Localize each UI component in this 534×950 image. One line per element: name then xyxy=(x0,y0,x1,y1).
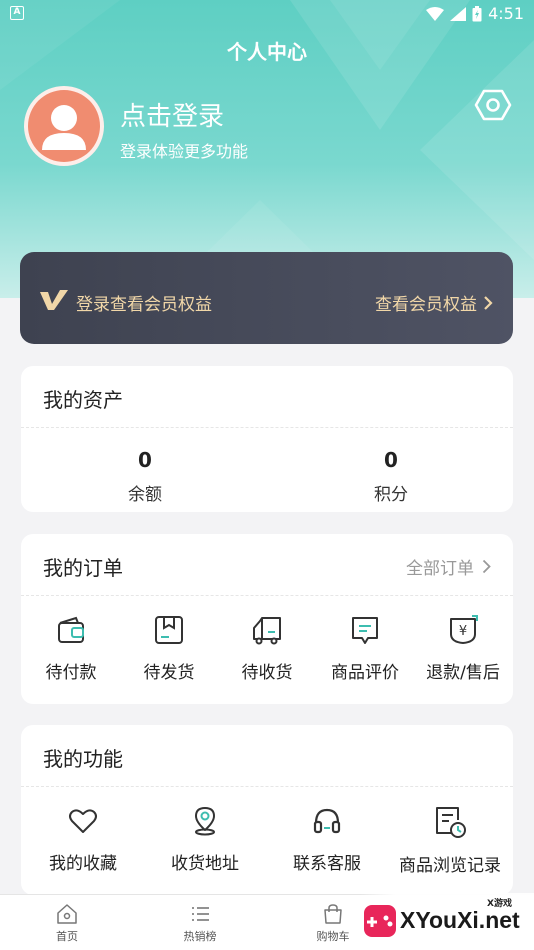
nav-hot-list-label: 热销榜 xyxy=(183,930,217,943)
functions-title: 我的功能 xyxy=(43,747,123,771)
functions-card: 我的功能 我的收藏 收货地址 联系客服 商品浏览记录 xyxy=(21,725,513,895)
function-customer-service[interactable]: 联系客服 xyxy=(269,805,385,874)
points-label: 积分 xyxy=(374,485,408,505)
vip-logo-icon xyxy=(40,290,68,310)
wifi-icon xyxy=(426,6,445,21)
order-pending-receipt-label: 待收货 xyxy=(241,663,293,683)
assets-header: 我的资产 xyxy=(21,366,513,428)
points-item[interactable]: 0 积分 xyxy=(311,448,471,505)
svg-text:¥: ¥ xyxy=(459,624,467,639)
order-pending-shipment[interactable]: 待发货 xyxy=(123,614,215,683)
list-icon xyxy=(192,907,209,921)
function-browse-history[interactable]: 商品浏览记录 xyxy=(391,805,509,876)
function-favorites-label: 我的收藏 xyxy=(49,854,117,874)
truck-icon xyxy=(253,617,281,645)
orders-header: 我的订单 全部订单 xyxy=(21,534,513,596)
battery-icon xyxy=(472,5,482,21)
status-time: 4:51 xyxy=(488,4,524,23)
status-bar: A 4:51 xyxy=(0,0,534,28)
chevron-right-icon xyxy=(484,295,493,310)
nav-hot-list[interactable]: 热销榜 xyxy=(155,903,245,944)
function-browse-history-label: 商品浏览记录 xyxy=(399,856,501,876)
member-link-label: 查看会员权益 xyxy=(375,295,477,315)
order-review[interactable]: 商品评价 xyxy=(319,614,411,683)
order-pending-payment-label: 待付款 xyxy=(45,663,97,683)
points-value: 0 xyxy=(384,448,398,472)
order-refund-label: 退款/售后 xyxy=(426,663,500,683)
history-icon xyxy=(436,807,466,838)
order-pending-receipt[interactable]: 待收货 xyxy=(221,614,313,683)
signal-icon xyxy=(450,6,467,21)
settings-button[interactable] xyxy=(474,86,512,124)
watermark-text: XYouXi.net xyxy=(400,907,520,933)
orders-card: 我的订单 全部订单 待付款 待发货 待收货 商品评价 ¥ 退款/售后 xyxy=(21,534,513,704)
wallet-icon xyxy=(58,616,84,643)
view-member-benefits-link[interactable]: 查看会员权益 xyxy=(375,290,493,315)
orders-title: 我的订单 xyxy=(43,556,123,580)
order-refund[interactable]: ¥ 退款/售后 xyxy=(417,614,509,683)
refund-icon: ¥ xyxy=(450,615,478,644)
chevron-right-icon xyxy=(482,559,491,574)
avatar[interactable] xyxy=(24,86,104,166)
all-orders-link[interactable]: 全部订单 xyxy=(406,554,491,579)
page-title: 个人中心 xyxy=(227,40,307,64)
headset-icon xyxy=(313,808,341,834)
cart-icon xyxy=(324,904,342,924)
settings-icon xyxy=(474,89,512,121)
heart-icon xyxy=(69,809,97,833)
balance-value: 0 xyxy=(138,448,152,472)
member-card[interactable]: 登录查看会员权益 查看会员权益 xyxy=(20,252,513,344)
nav-home-label: 首页 xyxy=(56,930,78,943)
order-pending-payment[interactable]: 待付款 xyxy=(25,614,117,683)
user-icon xyxy=(42,105,86,150)
functions-header: 我的功能 xyxy=(21,725,513,787)
balance-item[interactable]: 0 余额 xyxy=(65,448,225,505)
all-orders-label: 全部订单 xyxy=(406,559,474,579)
function-address-label: 收货地址 xyxy=(171,854,239,874)
balance-label: 余额 xyxy=(128,485,162,505)
assets-card: 我的资产 0 余额 0 积分 xyxy=(21,366,513,512)
function-customer-service-label: 联系客服 xyxy=(293,854,361,874)
order-review-label: 商品评价 xyxy=(331,663,399,683)
package-icon xyxy=(155,616,183,644)
app-notification-icon: A xyxy=(10,6,24,20)
function-favorites[interactable]: 我的收藏 xyxy=(25,805,141,874)
assets-title: 我的资产 xyxy=(43,388,123,412)
nav-home[interactable]: 首页 xyxy=(22,903,112,944)
member-card-text: 登录查看会员权益 xyxy=(76,295,212,315)
login-title[interactable]: 点击登录 xyxy=(120,96,224,133)
login-subtitle: 登录体验更多功能 xyxy=(120,142,249,161)
function-address[interactable]: 收货地址 xyxy=(147,805,263,874)
order-pending-shipment-label: 待发货 xyxy=(143,663,195,683)
review-icon xyxy=(352,617,378,644)
watermark: X游戏 XYouXi.net xyxy=(360,893,534,950)
location-icon xyxy=(195,807,215,836)
home-icon xyxy=(57,904,77,924)
gamepad-logo-icon xyxy=(364,905,396,937)
